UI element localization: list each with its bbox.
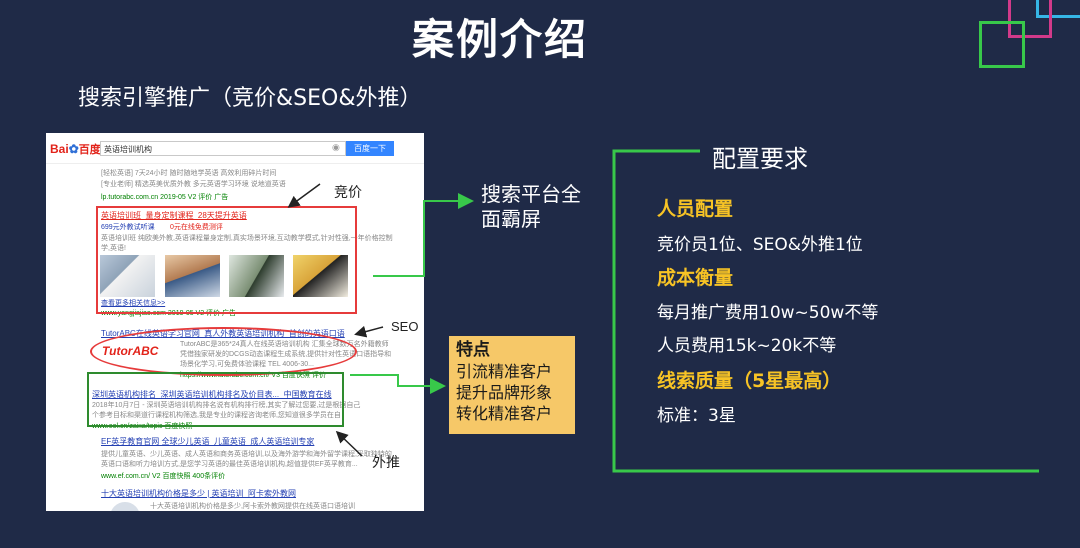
logo-bai: Bai bbox=[50, 142, 69, 156]
external-result-highlight bbox=[87, 372, 344, 427]
config-title: 配置要求 bbox=[712, 145, 808, 173]
camera-icon[interactable]: ◉ bbox=[332, 142, 340, 153]
search-button[interactable]: 百度一下 bbox=[346, 141, 394, 156]
result-title[interactable]: EF英孚教育官网 全球少儿英语_儿童英语_成人英语培训专家 bbox=[101, 437, 314, 446]
result-line: 英语口语和听力培训方式,是您学习英语的最佳英语培训机构,超值提供EF英孚教育..… bbox=[101, 461, 358, 468]
config-line: 标准：3星 bbox=[657, 406, 736, 426]
result-line: 十大英语培训机构价格是多少,阿卡索外教网提供在线英语口语培训 bbox=[150, 503, 355, 510]
feature-item: 转化精准客户 bbox=[456, 404, 553, 423]
feature-item: 提升品牌形象 bbox=[456, 383, 553, 402]
config-heading-cost: 成本衡量 bbox=[657, 267, 734, 289]
config-heading-quality: 线索质量（5星最高） bbox=[657, 370, 842, 392]
config-line: 竞价员1位、SEO&外推1位 bbox=[657, 235, 863, 255]
features-title: 特点 bbox=[456, 340, 490, 360]
feature-item: 引流精准客户 bbox=[456, 362, 553, 381]
result-line: 提供儿童英语、少儿英语、成人英语和商务英语培训,以及海外游学和海外留学课程,采取… bbox=[101, 451, 392, 458]
callout-text: 搜索平台全 面霸屏 bbox=[481, 182, 581, 232]
config-line: 人员费用15k~20k不等 bbox=[657, 336, 837, 356]
page-subtitle: 搜索引擎推广（竞价&SEO&外推） bbox=[78, 86, 422, 111]
baidu-logo: Bai✿百度 bbox=[50, 141, 101, 157]
result-title[interactable]: 十大英语培训机构价格是多少 | 英语培训_阿卡索外教网 bbox=[101, 489, 296, 498]
config-heading-staff: 人员配置 bbox=[657, 198, 734, 220]
page-title: 案例介绍 bbox=[411, 15, 588, 64]
features-box: 特点 引流精准客户 提升品牌形象 转化精准客户 bbox=[449, 336, 575, 434]
paid-results-highlight bbox=[96, 206, 357, 314]
seo-result-highlight bbox=[90, 327, 357, 376]
config-line: 每月推广费用10w~50w不等 bbox=[657, 303, 879, 323]
result-url[interactable]: lp.tutorabc.com.cn 2019-05 V2 评价 广告 bbox=[101, 193, 228, 202]
result-line: [轻松英语] 7天24小时 随时随地学英语 高效利用碎片时间 bbox=[101, 170, 277, 177]
callout-line: 搜索平台全 bbox=[481, 182, 581, 206]
search-result-screenshot: Bai✿百度 英语培训机构 ◉ 百度一下 [轻松英语] 7天24小时 随时随地学… bbox=[46, 133, 424, 511]
paw-icon: ✿ bbox=[68, 142, 79, 156]
result-url[interactable]: www.ef.com.cn/ V2 百度快照 400条评价 bbox=[101, 472, 225, 481]
result-line: [专业老师] 精选英美优质外教 多元英语学习环境 说地道英语 bbox=[101, 181, 286, 188]
annotation-waitui: 外推 bbox=[372, 454, 400, 470]
annotation-seo: SEO bbox=[391, 319, 419, 334]
annotation-jingjia: 竞价 bbox=[334, 184, 362, 200]
callout-line: 面霸屏 bbox=[481, 207, 541, 231]
logo-du: 百度 bbox=[78, 144, 101, 156]
decorative-square-green bbox=[979, 21, 1025, 68]
avatar bbox=[110, 502, 140, 511]
search-header: Bai✿百度 英语培训机构 ◉ 百度一下 bbox=[46, 133, 424, 164]
search-input[interactable]: 英语培训机构 bbox=[100, 141, 346, 156]
